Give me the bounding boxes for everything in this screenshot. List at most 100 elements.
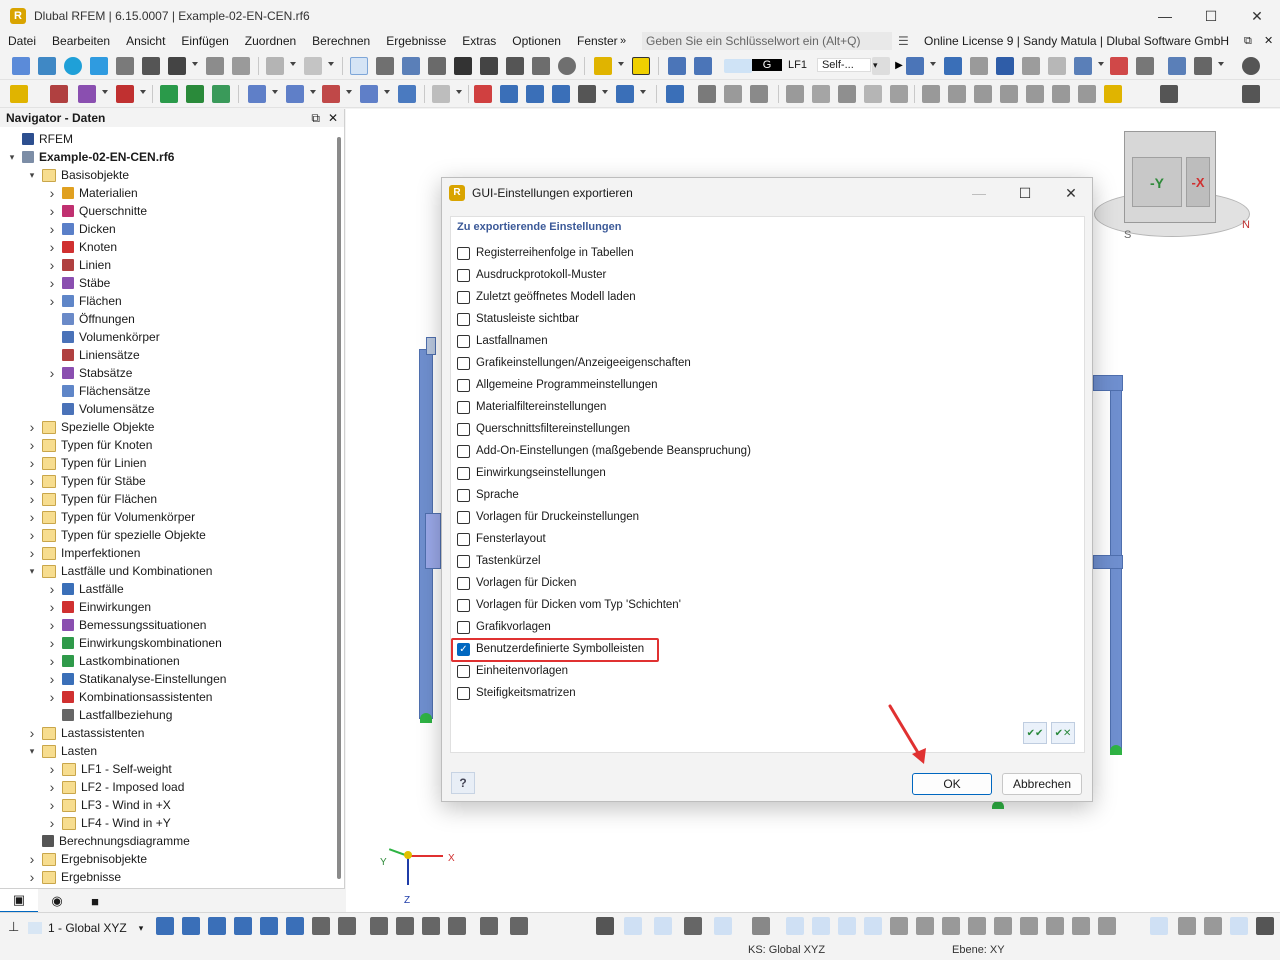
expand-arrow-icon[interactable]: › xyxy=(46,688,58,706)
menu-ergebnisse[interactable]: Ergebnisse xyxy=(378,34,454,48)
guideline-icon[interactable] xyxy=(1178,917,1196,935)
expand-arrow-icon[interactable]: › xyxy=(26,724,38,742)
export-option[interactable]: Fensterlayout xyxy=(457,529,546,549)
view-front-icon[interactable] xyxy=(182,917,200,935)
viewcube-minus-x[interactable]: -X xyxy=(1186,157,1210,207)
minimize-button[interactable]: — xyxy=(1142,0,1188,32)
tree-item[interactable]: › Stäbe xyxy=(46,274,111,292)
expand-arrow-icon[interactable]: › xyxy=(46,814,58,832)
tree-item[interactable]: Volumenkörper xyxy=(46,328,160,346)
dimension-dropdown-icon[interactable] xyxy=(456,90,462,94)
expand-arrow-icon[interactable]: › xyxy=(26,508,38,526)
export-option[interactable]: Add-On-Einstellungen (maßgebende Beanspr… xyxy=(457,441,751,461)
select-filter-icon[interactable] xyxy=(666,85,684,103)
snap-perpendicular-icon[interactable] xyxy=(916,917,934,935)
checkbox[interactable] xyxy=(457,488,470,502)
checkbox[interactable] xyxy=(457,444,470,458)
tree-item[interactable]: Öffnungen xyxy=(46,310,135,328)
checkbox[interactable] xyxy=(457,576,470,590)
mirror-icon[interactable] xyxy=(922,85,940,103)
expand-arrow-icon[interactable]: › xyxy=(46,220,58,238)
tree-item[interactable]: ▾ Basisobjekte xyxy=(26,166,129,184)
panel-icon[interactable] xyxy=(428,57,446,75)
result-diagram-icon[interactable] xyxy=(1110,57,1128,75)
numbering-options-icon[interactable] xyxy=(510,917,528,935)
checkbox[interactable] xyxy=(457,246,470,260)
loadcase-dropdown-icon[interactable]: ▾ xyxy=(873,60,878,71)
guide-object-icon[interactable] xyxy=(474,85,492,103)
expand-arrow-icon[interactable]: › xyxy=(46,202,58,220)
open-model-icon[interactable] xyxy=(38,57,56,75)
tree-item[interactable]: › Typen für Linien xyxy=(26,454,147,472)
snap-grid-icon[interactable] xyxy=(526,85,544,103)
values-icon[interactable] xyxy=(1022,57,1040,75)
cursor-info-icon[interactable] xyxy=(1230,917,1248,935)
dimension-icon[interactable] xyxy=(432,85,450,103)
support-reactions-icon[interactable] xyxy=(996,57,1014,75)
search-input[interactable]: Geben Sie ein Schlüsselwort ein (Alt+Q) xyxy=(642,32,892,50)
pen-dropdown-icon[interactable] xyxy=(618,62,624,66)
expand-arrow-icon[interactable]: › xyxy=(26,418,38,436)
export-option[interactable]: Vorlagen für Dicken xyxy=(457,573,576,593)
dialog-close-button[interactable]: ✕ xyxy=(1048,178,1094,208)
tree-item[interactable]: › Lastkombinationen xyxy=(46,652,180,670)
collapse-arrow-icon[interactable]: ▾ xyxy=(26,742,38,760)
export-option[interactable]: Zuletzt geöffnetes Modell laden xyxy=(457,287,636,307)
menu-zuordnen[interactable]: Zuordnen xyxy=(237,34,304,48)
workplane-display-icon[interactable] xyxy=(1204,917,1222,935)
solid-load-icon[interactable] xyxy=(398,85,416,103)
menu-more-icon[interactable]: » xyxy=(620,32,626,50)
layers-stack-icon[interactable] xyxy=(1242,85,1260,103)
edit-icon[interactable] xyxy=(1104,85,1122,103)
results-filter-icon[interactable] xyxy=(1074,57,1092,75)
export-option[interactable]: Registerreihenfolge in Tabellen xyxy=(457,243,634,263)
tree-item[interactable]: › LF3 - Wind in +X xyxy=(46,796,171,814)
expand-arrow-icon[interactable]: › xyxy=(26,868,38,886)
expand-arrow-icon[interactable]: › xyxy=(46,184,58,202)
copy-icon[interactable] xyxy=(616,85,634,103)
tree-item[interactable]: › Imperfektionen xyxy=(26,544,141,562)
tree-item[interactable]: › Knoten xyxy=(46,238,117,256)
checkbox[interactable] xyxy=(457,400,470,414)
expand-arrow-icon[interactable]: › xyxy=(46,652,58,670)
export-option[interactable]: Einheitenvorlagen xyxy=(457,661,568,681)
tree-item[interactable]: Liniensätze xyxy=(46,346,140,364)
clipping-icon[interactable] xyxy=(396,917,414,935)
deformation-dropdown-icon[interactable] xyxy=(384,90,390,94)
tree-item[interactable]: ▾ Lastfälle und Kombinationen xyxy=(26,562,213,580)
view-back-icon[interactable] xyxy=(286,917,304,935)
snap-grid-toggle-icon[interactable] xyxy=(786,917,804,935)
expand-arrow-icon[interactable]: › xyxy=(46,274,58,292)
checkbox[interactable] xyxy=(457,510,470,524)
tree-item[interactable]: Flächensätze xyxy=(46,382,150,400)
filter-dropdown-icon[interactable] xyxy=(930,62,936,66)
snap-angle-icon[interactable] xyxy=(1046,917,1064,935)
expand-arrow-icon[interactable]: › xyxy=(46,634,58,652)
imposed-deformation-icon[interactable] xyxy=(360,85,378,103)
checkbox[interactable] xyxy=(457,686,470,700)
dialog-maximize-button[interactable]: ☐ xyxy=(1002,178,1048,208)
snap-endpoint-icon[interactable] xyxy=(838,917,856,935)
cut-icon[interactable] xyxy=(864,85,882,103)
navigator-toggle-icon[interactable] xyxy=(350,57,368,75)
view-top-icon[interactable] xyxy=(234,917,252,935)
expand-arrow-icon[interactable]: › xyxy=(26,850,38,868)
surface-grid-icon[interactable] xyxy=(812,85,830,103)
solid-box-icon[interactable] xyxy=(838,85,856,103)
print-dropdown-icon[interactable] xyxy=(192,62,198,66)
nodal-load-dropdown-icon[interactable] xyxy=(272,90,278,94)
expand-arrow-icon[interactable]: › xyxy=(26,544,38,562)
select-all-icon[interactable]: ✔✔ xyxy=(1023,722,1047,744)
snap-midpoint-icon[interactable] xyxy=(864,917,882,935)
menu-optionen[interactable]: Optionen xyxy=(504,34,569,48)
diagram-icon[interactable] xyxy=(402,57,420,75)
expand-arrow-icon[interactable]: › xyxy=(46,292,58,310)
tree-item[interactable]: › LF2 - Imposed load xyxy=(46,778,185,796)
tree-item[interactable]: › LF1 - Self-weight xyxy=(46,760,172,778)
new-support-icon[interactable] xyxy=(116,85,134,103)
grid-display-icon[interactable] xyxy=(1150,917,1168,935)
tree-item[interactable]: › Einwirkungen xyxy=(46,598,151,616)
snap-center-icon[interactable] xyxy=(994,917,1012,935)
export-option[interactable]: Sprache xyxy=(457,485,519,505)
collapse-arrow-icon[interactable]: ▾ xyxy=(6,148,18,166)
